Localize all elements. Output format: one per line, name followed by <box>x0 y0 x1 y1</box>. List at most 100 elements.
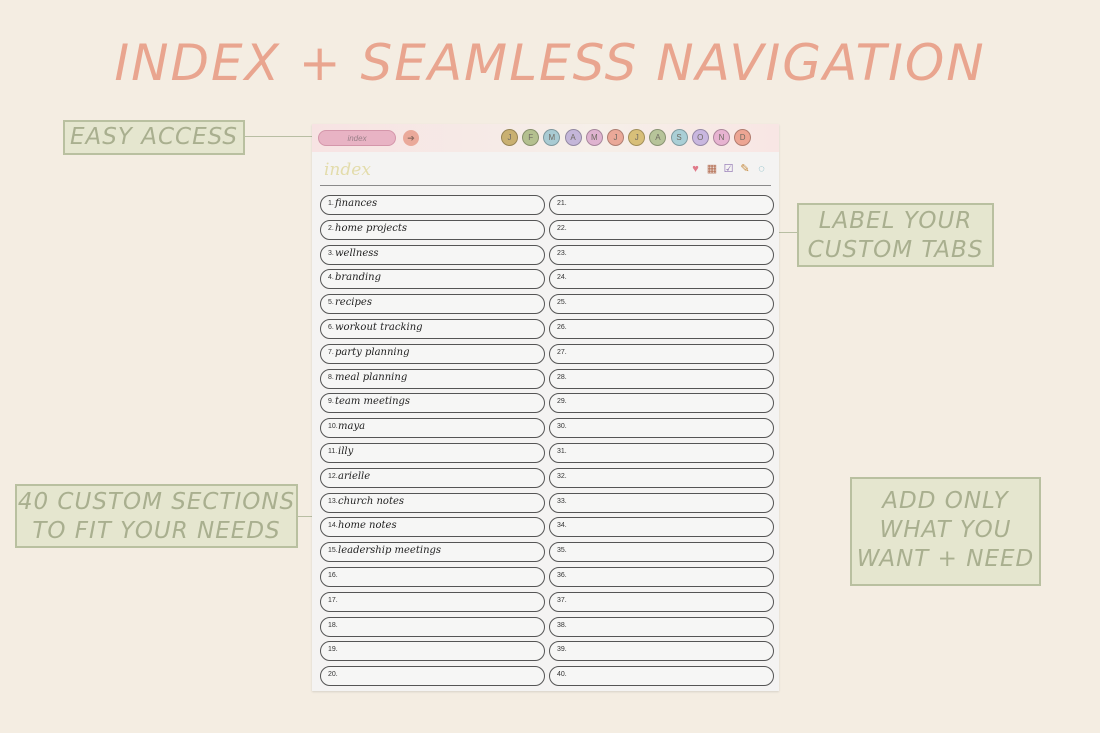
month-tab-7[interactable]: J <box>628 129 646 146</box>
entry-label: arielle <box>338 470 371 482</box>
callout-line: ADD ONLY <box>882 488 1009 514</box>
month-tab-4[interactable]: A <box>564 129 582 146</box>
callout-line: LABEL YOUR <box>818 208 973 234</box>
index-entry[interactable]: 27. <box>549 343 774 364</box>
index-entry[interactable]: 19. <box>320 641 545 662</box>
entry-label: home projects <box>335 222 408 234</box>
index-entry[interactable]: 14. home notes <box>320 517 545 538</box>
index-entry[interactable]: 13. church notes <box>320 492 545 513</box>
index-entry[interactable]: 9. team meetings <box>320 393 545 414</box>
index-entry[interactable]: 29. <box>549 393 774 414</box>
entry-number: 7. <box>328 348 334 356</box>
month-tab-10[interactable]: O <box>691 129 709 146</box>
headline: INDEX + SEAMLESS NAVIGATION <box>114 34 986 92</box>
month-tab-9[interactable]: S <box>670 129 688 146</box>
entry-label: finances <box>335 198 378 209</box>
index-entry[interactable]: 26. <box>549 319 774 339</box>
entry-number: 35. <box>557 547 567 555</box>
entry-number: 19. <box>328 646 338 654</box>
index-entry[interactable]: 7. party planning <box>320 343 545 364</box>
callout-label-tabs: LABEL YOUR CUSTOM TABS <box>797 203 994 267</box>
index-entry[interactable]: 10. maya <box>320 418 545 439</box>
entry-number: 22. <box>557 224 567 232</box>
index-entry[interactable]: 31. <box>549 443 774 463</box>
calendar-icon[interactable]: ▦ <box>706 163 719 176</box>
month-tab-1[interactable]: J <box>501 129 518 146</box>
entry-label: workout tracking <box>335 322 423 333</box>
month-tab-12[interactable]: D <box>734 129 752 146</box>
entry-number: 38. <box>557 621 567 629</box>
entry-label: party planning <box>335 346 410 358</box>
entry-number: 29. <box>557 398 567 406</box>
index-entry[interactable]: 20. <box>320 666 545 687</box>
entry-number: 9. <box>328 398 334 406</box>
month-tab-8[interactable]: A <box>649 129 667 146</box>
index-entry[interactable]: 28. <box>549 368 774 389</box>
index-entry[interactable]: 37. <box>549 591 774 612</box>
month-tab-5[interactable]: M <box>585 129 603 146</box>
entry-number: 18. <box>328 621 338 629</box>
index-entry[interactable]: 39. <box>549 641 774 662</box>
index-entry[interactable]: 40. <box>549 666 774 687</box>
pencil-icon[interactable]: ✎ <box>739 163 752 176</box>
index-entry[interactable]: 34. <box>549 517 774 538</box>
entry-number: 26. <box>557 324 567 331</box>
entry-number: 28. <box>557 373 567 381</box>
index-entry[interactable]: 4. branding <box>320 269 545 290</box>
index-entry[interactable]: 3. wellness <box>320 244 545 265</box>
index-entry[interactable]: 36. <box>549 567 774 587</box>
index-entry[interactable]: 35. <box>549 542 774 563</box>
entry-label: recipes <box>335 297 372 309</box>
entry-label: branding <box>335 272 382 284</box>
index-entry[interactable]: 30. <box>549 418 774 439</box>
entry-label: church notes <box>338 495 405 507</box>
entry-number: 8. <box>328 373 334 381</box>
index-entry[interactable]: 12. arielle <box>320 467 545 488</box>
index-entry[interactable]: 24. <box>549 269 774 290</box>
index-entry[interactable]: 23. <box>549 244 774 265</box>
month-tab-3[interactable]: M <box>543 129 561 146</box>
entry-number: 32. <box>557 472 567 480</box>
index-tab[interactable]: index <box>318 130 396 146</box>
callout-line: WHAT YOU <box>879 517 1012 543</box>
chat-bubble-icon[interactable]: ◌ <box>755 163 768 176</box>
month-tab-11[interactable]: N <box>713 129 730 146</box>
callout-line: 40 CUSTOM SECTIONS <box>17 489 296 515</box>
back-arrow-icon[interactable]: ➔ <box>403 130 419 146</box>
entry-number: 39. <box>557 646 567 654</box>
entry-number: 20. <box>328 671 338 679</box>
heart-icon[interactable]: ♥ <box>689 163 702 176</box>
month-tab-2[interactable]: F <box>522 129 540 146</box>
index-entry[interactable]: 5. recipes <box>320 294 545 315</box>
title-divider <box>320 185 771 186</box>
month-tab-6[interactable]: J <box>607 129 624 146</box>
index-entry[interactable]: 38. <box>549 616 774 637</box>
entry-number: 30. <box>557 423 567 431</box>
entry-number: 4. <box>328 274 334 282</box>
index-entry[interactable]: 17. <box>320 591 545 612</box>
entry-number: 34. <box>557 522 567 530</box>
index-entry[interactable]: 33. <box>549 492 774 513</box>
index-entry[interactable]: 32. <box>549 467 774 488</box>
index-entry[interactable]: 18. <box>320 616 545 637</box>
entry-number: 24. <box>557 274 567 282</box>
connector-custom-sections <box>298 516 312 517</box>
entry-number: 5. <box>328 299 334 307</box>
entry-number: 11. <box>328 448 338 455</box>
entry-number: 2. <box>328 224 334 232</box>
index-entry[interactable]: 8. meal planning <box>320 368 545 389</box>
index-entry[interactable]: 2. home projects <box>320 219 545 240</box>
entry-number: 6. <box>328 324 334 331</box>
index-entry[interactable]: 11. illy <box>320 443 545 463</box>
index-entry[interactable]: 1. finances <box>320 195 545 215</box>
index-entry[interactable]: 6. workout tracking <box>320 319 545 339</box>
entry-number: 13. <box>328 497 338 505</box>
checklist-icon[interactable]: ☑ <box>722 163 735 176</box>
entry-number: 40. <box>557 671 567 679</box>
index-entry[interactable]: 22. <box>549 219 774 240</box>
index-entry[interactable]: 15. leadership meetings <box>320 542 545 563</box>
callout-line: EASY ACCESS <box>70 124 238 150</box>
index-entry[interactable]: 16. <box>320 567 545 587</box>
index-entry[interactable]: 25. <box>549 294 774 315</box>
index-entry[interactable]: 21. <box>549 195 774 215</box>
